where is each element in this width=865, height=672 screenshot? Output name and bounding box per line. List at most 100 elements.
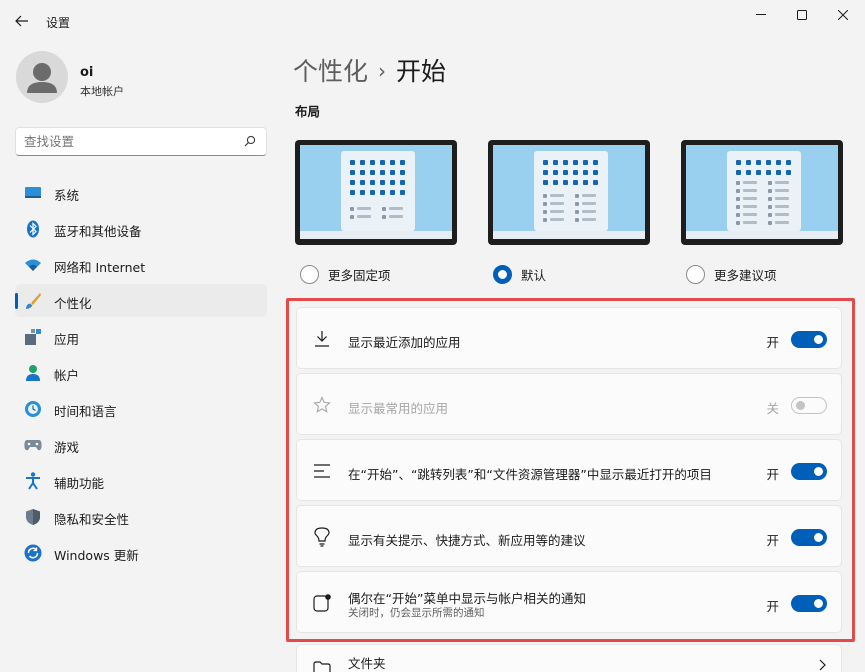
layout-preview-default[interactable] (488, 140, 650, 245)
preview-dot (563, 180, 568, 185)
breadcrumb: 个性化 › 开始 (293, 52, 446, 88)
layout-section-title: 布局 (295, 104, 321, 119)
setting-subtitle: 关闭时，仍会显示所需的通知 (348, 607, 485, 619)
radio-more-pins[interactable]: 更多固定项 (300, 265, 391, 284)
sidebar-item-gaming[interactable]: 游戏 (15, 428, 267, 461)
preview-bar (582, 210, 596, 213)
list-icon (311, 460, 333, 482)
user-name: oi (80, 65, 94, 80)
preview-dot (776, 160, 781, 165)
accessibility-icon (24, 472, 42, 490)
setting-title: 在“开始”、“跳转列表”和“文件资源管理器”中显示最近打开的项目 (348, 467, 712, 482)
sidebar-item-label: 帐户 (54, 368, 80, 383)
sidebar-item-label: 网络和 Internet (54, 260, 146, 275)
back-arrow-icon (15, 15, 28, 27)
sidebar-item-windows-update[interactable]: Windows 更新 (15, 536, 267, 569)
preview-dot (786, 160, 791, 165)
toggle-state-label: 开 (766, 533, 779, 548)
layout-preview-more-recommendations[interactable] (681, 140, 843, 245)
back-button[interactable] (10, 10, 34, 32)
preview-dot (370, 160, 375, 165)
start-menu-preview (727, 151, 801, 231)
preview-dot (400, 170, 405, 175)
preview-sqr (736, 221, 740, 225)
preview-dot (573, 160, 578, 165)
preview-dot (766, 160, 771, 165)
preview-dot (583, 170, 588, 175)
sidebar-item-accessibility[interactable]: 辅助功能 (15, 464, 267, 497)
preview-dot (380, 180, 385, 185)
sidebar-item-privacy[interactable]: 隐私和安全性 (15, 500, 267, 533)
minimize-icon (756, 14, 766, 15)
shield-icon (24, 508, 42, 526)
sidebar-item-personalization[interactable]: 个性化 (15, 284, 267, 317)
preview-bar (775, 181, 789, 184)
sidebar-item-time-language[interactable]: 时间和语言 (15, 392, 267, 425)
radio-button[interactable] (686, 265, 705, 284)
setting-card-folders[interactable]: 文件夹 (296, 644, 842, 672)
radio-default[interactable]: 默认 (493, 265, 546, 284)
preview-bar (550, 202, 564, 205)
setting-title: 显示最常用的应用 (348, 401, 449, 416)
radio-button-selected[interactable] (493, 265, 512, 284)
sidebar-item-bluetooth[interactable]: 蓝牙和其他设备 (15, 212, 267, 245)
preview-dot (553, 170, 558, 175)
radio-label: 更多建议项 (714, 268, 777, 283)
layout-preview-more-pins[interactable] (295, 140, 457, 245)
preview-bar (743, 189, 757, 192)
start-menu-preview (341, 151, 415, 231)
sidebar-item-apps[interactable]: 应用 (15, 320, 267, 353)
preview-dot (746, 160, 751, 165)
setting-card-account-notifications[interactable]: 偶尔在“开始”菜单中显示与帐户相关的通知 关闭时，仍会显示所需的通知 开 (296, 571, 842, 633)
search-box[interactable] (15, 127, 267, 156)
gamepad-icon (24, 436, 42, 454)
sidebar-item-system[interactable]: 系统 (15, 176, 267, 209)
radio-more-recommendations[interactable]: 更多建议项 (686, 265, 777, 284)
toggle-switch[interactable] (791, 595, 827, 612)
preview-bar (775, 221, 789, 224)
preview-sqr (768, 213, 772, 217)
preview-dot (766, 170, 771, 175)
search-icon[interactable] (244, 135, 256, 147)
monitor-preview (681, 140, 843, 245)
preview-dot (573, 180, 578, 185)
preview-bar (743, 205, 757, 208)
sidebar-nav: 系统 蓝牙和其他设备 网络和 Internet 个性化 应用 帐户 时间和语言 … (15, 176, 267, 572)
user-account-type: 本地帐户 (80, 85, 124, 98)
setting-card-suggestions[interactable]: 显示有关提示、快捷方式、新应用等的建议 开 (296, 505, 842, 567)
setting-card-recent-items[interactable]: 在“开始”、“跳转列表”和“文件资源管理器”中显示最近打开的项目 开 (296, 439, 842, 501)
preview-bar (743, 181, 757, 184)
close-button[interactable] (820, 0, 865, 30)
sidebar-item-accounts[interactable]: 帐户 (15, 356, 267, 389)
preview-dot (553, 180, 558, 185)
preview-sqr (382, 215, 386, 219)
breadcrumb-parent[interactable]: 个性化 (293, 57, 368, 86)
setting-card-recently-added[interactable]: 显示最近添加的应用 开 (296, 307, 842, 369)
preview-dot (390, 180, 395, 185)
minimize-button[interactable] (738, 0, 784, 30)
maximize-button[interactable] (779, 0, 825, 30)
preview-bar (582, 194, 596, 197)
preview-sqr (575, 202, 579, 206)
preview-dot (390, 170, 395, 175)
preview-sqr (543, 194, 547, 198)
download-icon (311, 328, 333, 350)
toggle-switch[interactable] (791, 463, 827, 480)
apps-icon (24, 328, 42, 346)
monitor-preview (295, 140, 457, 245)
preview-dot (736, 160, 741, 165)
bluetooth-icon (24, 220, 42, 238)
preview-sqr (575, 218, 579, 222)
maximize-icon (797, 10, 807, 20)
toggle-switch[interactable] (791, 529, 827, 546)
toggle-switch[interactable] (791, 331, 827, 348)
preview-dot (400, 160, 405, 165)
sidebar-item-network[interactable]: 网络和 Internet (15, 248, 267, 281)
preview-dot (553, 160, 558, 165)
preview-dot (593, 180, 598, 185)
radio-button[interactable] (300, 265, 319, 284)
preview-dot (360, 190, 365, 195)
sidebar-item-label: 时间和语言 (54, 404, 117, 419)
folder-icon (311, 657, 333, 672)
search-input[interactable] (24, 134, 224, 149)
